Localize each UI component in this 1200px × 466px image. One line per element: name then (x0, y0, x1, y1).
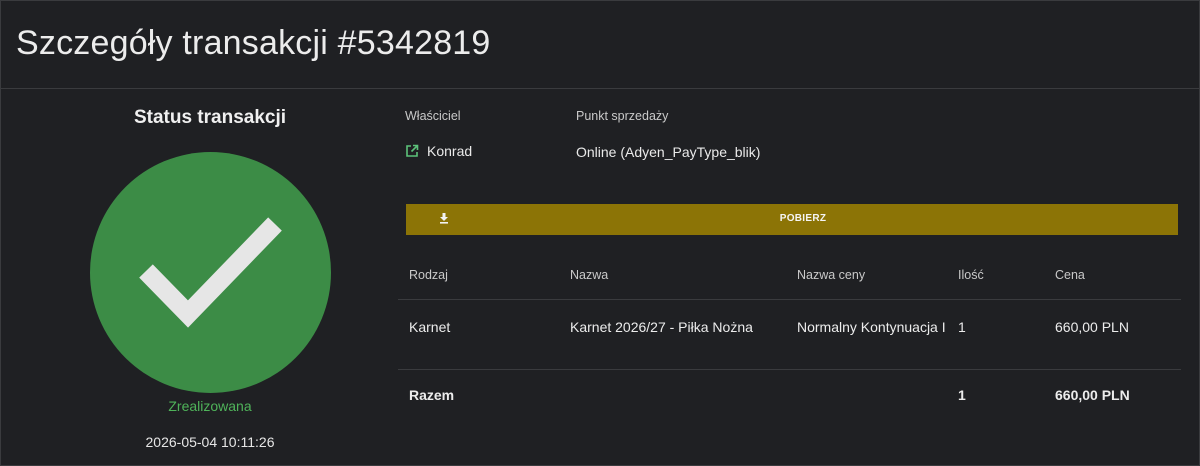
download-button[interactable]: POBIERZ (406, 204, 1178, 235)
page-header: Szczegóły transakcji #5342819 (0, 0, 1200, 89)
page-title: Szczegóły transakcji #5342819 (16, 24, 491, 62)
pos-value: Online (Adyen_PayType_blik) (576, 144, 761, 160)
status-panel: Status transakcji Zrealizowana 2026-05-0… (80, 100, 340, 450)
status-success-circle (90, 152, 331, 393)
owner-name: Konrad (427, 143, 473, 159)
items-table: Rodzaj Nazwa Nazwa ceny Ilość Cena Karne… (398, 252, 1181, 418)
status-datetime: 2026-05-04 10:11:26 (145, 434, 275, 450)
owner-label: Właściciel (405, 109, 461, 123)
owner-link[interactable]: Konrad (405, 143, 472, 159)
cell-name: Karnet 2026/27 - Piłka Nożna (570, 319, 753, 335)
column-header-name: Nazwa (570, 268, 609, 282)
table-row: Karnet Karnet 2026/27 - Piłka Nożna Norm… (398, 300, 1181, 370)
total-price: 660,00 PLN (1055, 387, 1130, 403)
cell-quantity: 1 (958, 319, 966, 335)
cell-price-name: Normalny Kontynuacja I (797, 319, 946, 335)
column-header-type: Rodzaj (409, 268, 448, 282)
status-heading: Status transakcji (133, 107, 287, 128)
column-header-price-name: Nazwa ceny (797, 268, 866, 282)
cell-price: 660,00 PLN (1055, 319, 1129, 335)
column-header-quantity: Ilość (958, 268, 984, 282)
total-quantity: 1 (958, 387, 966, 403)
table-total-row: Razem 1 660,00 PLN (398, 370, 1181, 418)
column-header-price: Cena (1055, 268, 1085, 282)
status-text: Zrealizowana (168, 398, 252, 414)
external-link-icon (406, 144, 419, 157)
total-label: Razem (409, 387, 455, 403)
pos-label: Punkt sprzedaży (576, 109, 669, 123)
cell-type: Karnet (409, 319, 451, 335)
checkmark-icon (139, 217, 282, 328)
download-label: POBIERZ (779, 213, 827, 224)
table-header-row: Rodzaj Nazwa Nazwa ceny Ilość Cena (398, 252, 1181, 300)
